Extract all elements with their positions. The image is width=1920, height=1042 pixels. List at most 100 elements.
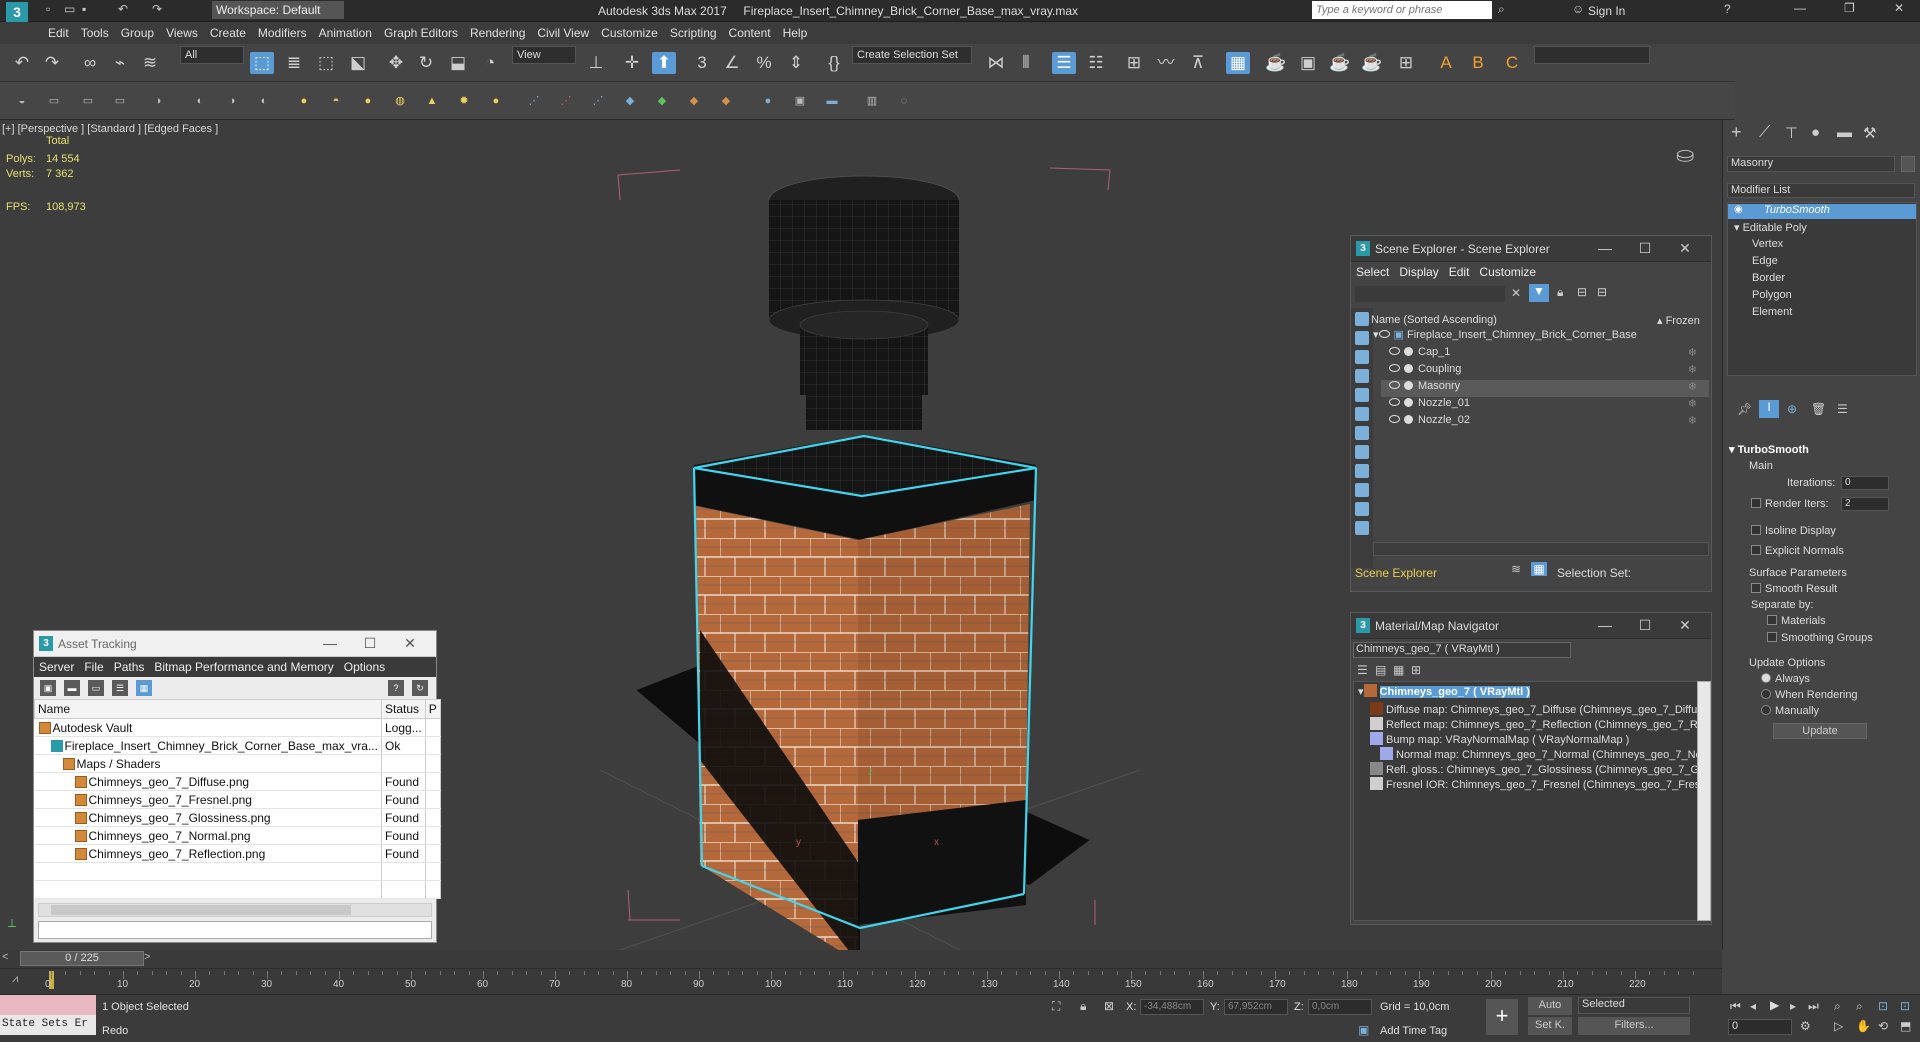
close-icon[interactable]: ✕ — [390, 635, 430, 652]
maximize-icon[interactable]: ❐ — [1844, 1, 1855, 15]
viewcube-icon[interactable]: ⛀ — [1676, 142, 1694, 168]
menu-item[interactable]: Civil View — [531, 22, 595, 40]
toolbar2-icon-05[interactable]: ◑ — [150, 93, 166, 109]
scene-item-row[interactable]: Nozzle_01 ❄ — [1381, 397, 1709, 414]
scene-item-row[interactable]: Nozzle_02 ❄ — [1381, 414, 1709, 431]
filter-icon[interactable]: ▼ — [1529, 284, 1549, 302]
rendered-frame-icon[interactable]: ▣ — [1296, 52, 1320, 74]
toolbar2-icon-02[interactable]: ▭ — [46, 93, 62, 109]
stack-item-border[interactable]: Border — [1752, 272, 1785, 284]
menu-item[interactable]: Bitmap Performance and Memory — [149, 657, 338, 677]
field-of-view-icon[interactable]: ▷ — [1834, 1019, 1843, 1033]
toolbar2-icon-07[interactable]: ◑ — [224, 93, 240, 109]
column-header-name[interactable]: Name (Sorted Ascending) — [1371, 314, 1497, 326]
new-file-icon[interactable]: ▫ — [46, 2, 50, 16]
help-icon[interactable]: ? — [388, 680, 404, 696]
menu-item[interactable]: Edit — [42, 22, 75, 40]
track-bar[interactable]: ⩘ 0 10 20 30 40 50 60 70 80 90 100 110 120 130 140 150 1… — [0, 968, 1722, 994]
menu-item[interactable]: Paths — [109, 657, 150, 677]
make-unique-icon[interactable]: ⊕ — [1787, 402, 1797, 416]
toolbar2-icon-10[interactable]: ◓ — [328, 93, 344, 109]
scene-horizontal-scrollbar[interactable] — [1373, 542, 1709, 556]
menu-item[interactable]: Tools — [75, 22, 115, 40]
render-iters-spinner[interactable]: 2 — [1841, 497, 1889, 511]
x-coord-field[interactable]: -34,488cm — [1140, 999, 1204, 1015]
stack-item-editable-poly[interactable]: ▾ Editable Poly — [1734, 221, 1807, 234]
add-time-tag[interactable]: Add Time Tag — [1380, 1025, 1447, 1037]
toolbar2-icon-18[interactable]: ⋰ — [590, 93, 606, 109]
filter-containers-icon[interactable] — [1355, 483, 1369, 497]
menu-item[interactable]: Customize — [595, 22, 664, 40]
visibility-icon[interactable] — [1389, 381, 1400, 389]
menu-item[interactable]: Animation — [313, 22, 378, 40]
hierarchy-tab-icon[interactable]: ⊤ — [1785, 124, 1798, 142]
maxscript-listener[interactable] — [0, 995, 96, 1015]
selected-dropdown[interactable]: Selected — [1578, 997, 1690, 1014]
visibility-icon[interactable] — [1389, 398, 1400, 406]
menu-item[interactable]: Content — [723, 22, 777, 40]
render-setup-icon[interactable]: ☕ — [1264, 52, 1288, 74]
vault-icon[interactable]: ▣ — [40, 680, 56, 696]
filter-bones-icon[interactable] — [1355, 464, 1369, 478]
update-button[interactable]: Update — [1773, 723, 1867, 739]
toolbar2-icon-17[interactable]: ⋰ — [558, 93, 574, 109]
align-icon[interactable]: ⫴ — [1014, 52, 1038, 74]
column-header-status[interactable]: Status — [380, 699, 426, 719]
filter-shapes-icon[interactable] — [1355, 331, 1369, 345]
state-sets-button[interactable]: State Sets Er — [0, 1015, 96, 1035]
stack-item-polygon[interactable]: Polygon — [1752, 289, 1792, 301]
visibility-icon[interactable] — [1389, 415, 1400, 423]
toolbar2-icon-14[interactable]: ✹ — [456, 93, 472, 109]
select-object-icon[interactable]: ⬚ — [250, 52, 274, 74]
undo-icon[interactable]: ↶ — [10, 52, 34, 74]
toolbar2-icon-22[interactable]: ◆ — [718, 93, 734, 109]
asset-row[interactable]: Maps / Shaders — [34, 754, 441, 773]
time-slider[interactable]: < 0 / 225 > — [0, 950, 1722, 968]
absolute-mode-icon[interactable]: ⊠ — [1104, 999, 1114, 1013]
minimize-icon[interactable]: — — [1585, 617, 1625, 633]
move-icon[interactable]: ✥ — [384, 52, 408, 74]
layers-icon[interactable]: ≋ — [1511, 562, 1521, 576]
toolbar2-icon-23[interactable]: ● — [760, 93, 776, 109]
time-slider-thumb[interactable]: 0 / 225 — [20, 951, 144, 966]
smooth-result-checkbox[interactable]: Smooth Result — [1751, 583, 1837, 595]
zoom-icon[interactable]: ⌕ — [1834, 999, 1841, 1014]
asset-row[interactable]: Fireplace_Insert_Chimney_Brick_Corner_Ba… — [34, 736, 441, 755]
toolbar2-icon-21[interactable]: ◆ — [686, 93, 702, 109]
prev-frame-icon[interactable]: < — [2, 951, 8, 963]
layer-explorer-icon[interactable]: ☰ — [1052, 52, 1076, 74]
stack-item-vertex[interactable]: Vertex — [1752, 238, 1783, 250]
toolbar2-icon-13[interactable]: ▲ — [424, 93, 440, 109]
stack-item-element[interactable]: Element — [1752, 306, 1792, 318]
zoom-extents-icon[interactable]: ⊡ — [1878, 999, 1888, 1013]
toolbar2-icon-20[interactable]: ◆ — [654, 93, 670, 109]
refresh-icon[interactable]: ↻ — [412, 680, 428, 696]
named-selection-dropdown[interactable]: Create Selection Set — [852, 46, 972, 64]
toolbar2-icon-01[interactable]: ◒ — [14, 93, 30, 109]
explicit-normals-checkbox[interactable]: Explicit Normals — [1751, 545, 1844, 557]
filter-geometry-icon[interactable] — [1355, 312, 1369, 326]
expand-icon[interactable]: ⊟ — [1597, 285, 1607, 299]
material-root-row[interactable]: ▾ Chimneys_geo_7 ( VRayMtl ) — [1358, 684, 1693, 701]
eye-toggle-icon[interactable]: ◉ — [1734, 204, 1743, 215]
view-list-icon[interactable]: ☰ — [1357, 663, 1368, 677]
modify-tab-icon[interactable]: ⟋ — [1759, 124, 1770, 142]
undo-quick-icon[interactable]: ↶ — [118, 2, 128, 16]
filter-lights-icon[interactable] — [1355, 350, 1369, 364]
redo-icon[interactable]: ↷ — [40, 52, 64, 74]
material-navigator-titlebar[interactable]: 3 Material/Map Navigator — ☐ ✕ — [1351, 613, 1711, 639]
edit-named-sets-icon[interactable]: {} — [822, 52, 846, 74]
frozen-icon[interactable]: ❄ — [1688, 346, 1697, 359]
asset-path-field[interactable] — [38, 921, 432, 939]
user-icon[interactable]: ☺ — [1572, 2, 1584, 16]
column-header-frozen[interactable]: ▴ Frozen — [1657, 314, 1700, 327]
list-icon[interactable]: ▭ — [88, 680, 104, 696]
scene-item-row[interactable]: Coupling ❄ — [1381, 363, 1709, 380]
visibility-icon[interactable] — [1378, 330, 1390, 338]
toolbar2-icon-09[interactable]: ● — [296, 93, 312, 109]
asset-row[interactable]: Chimneys_geo_7_Reflection.png Found — [34, 844, 441, 863]
search-input[interactable] — [1312, 1, 1492, 19]
toolbar2-icon-19[interactable]: ◆ — [622, 93, 638, 109]
unlink-icon[interactable]: ⌁ — [108, 52, 132, 74]
scene-root-row[interactable]: ▾ ▣ Fireplace_Insert_Chimney_Brick_Corner… — [1373, 328, 1701, 345]
